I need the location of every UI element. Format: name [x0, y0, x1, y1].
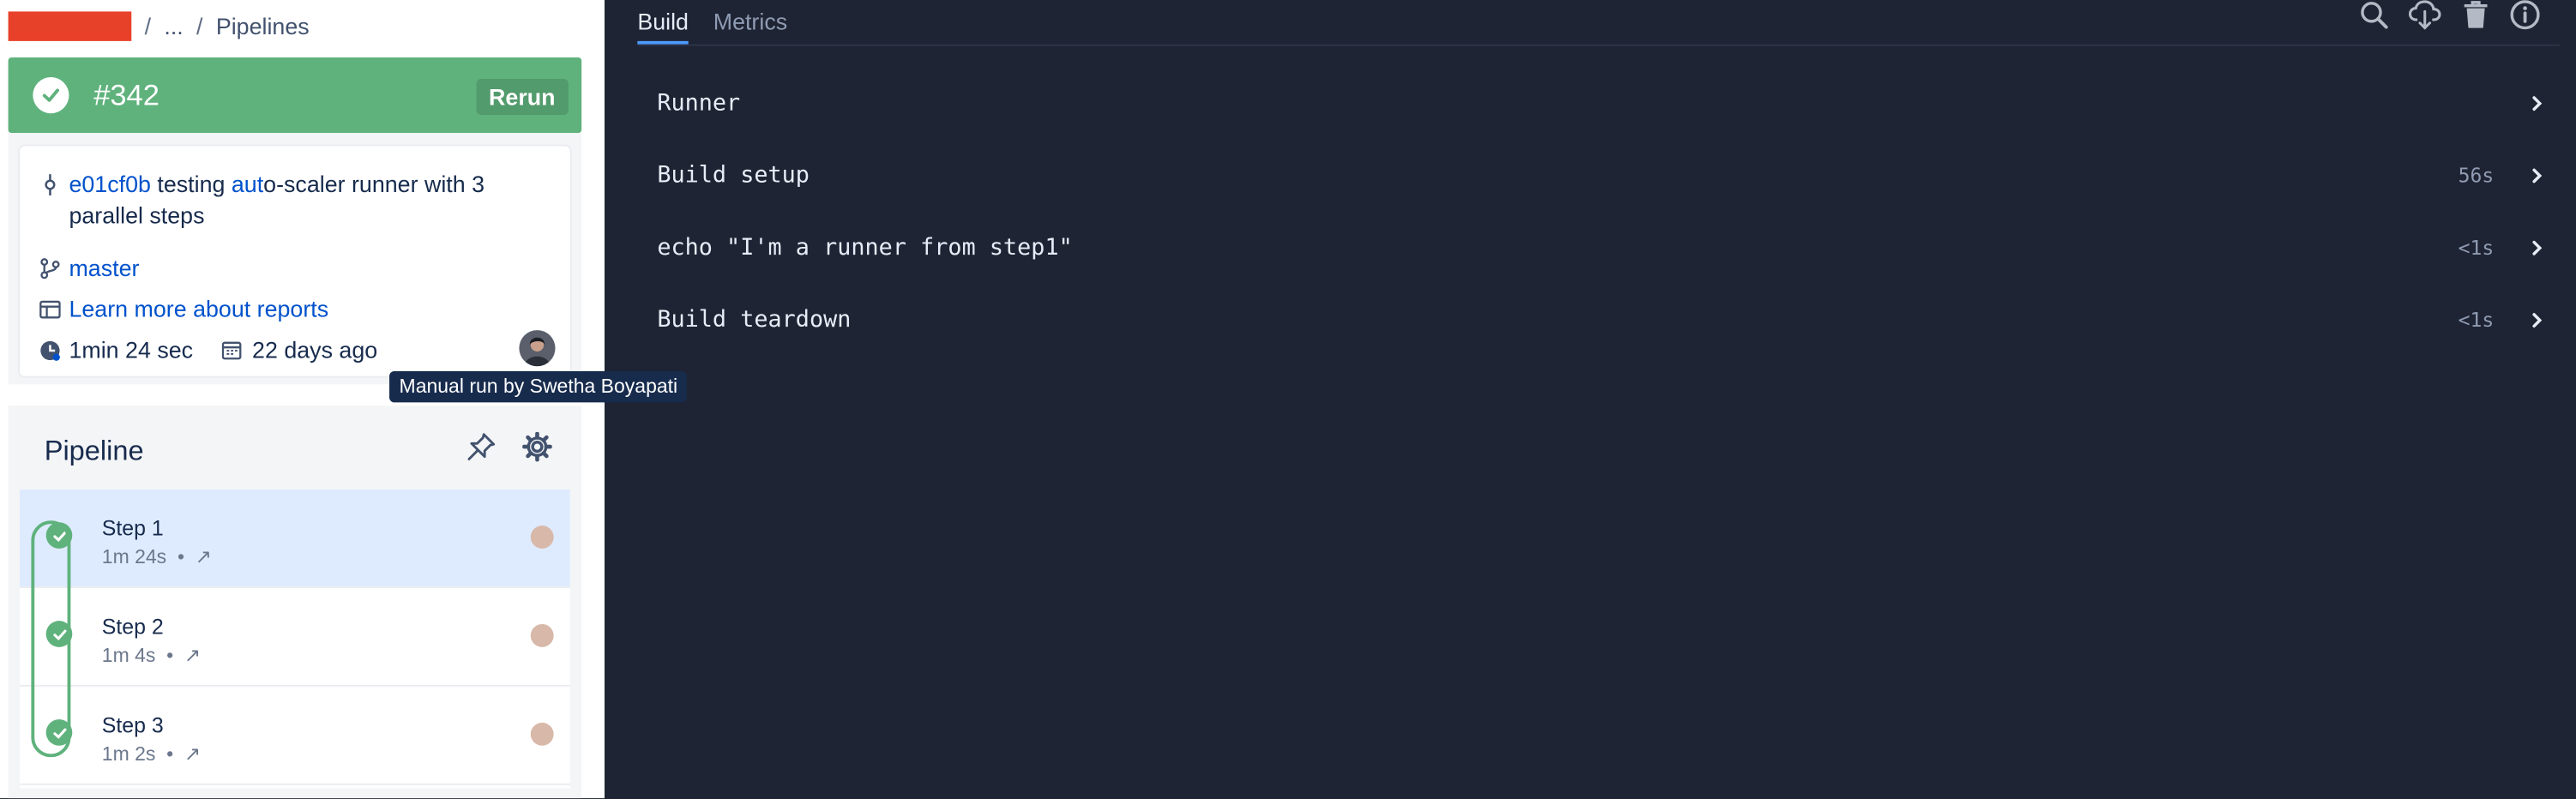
breadcrumb-pipelines[interactable]: Pipelines — [216, 13, 310, 39]
commit-hash-link[interactable]: e01cf0b — [69, 171, 150, 197]
step-meta: 1m 4s • ↗ — [102, 644, 202, 667]
step-duration: 1m 2s — [101, 742, 156, 766]
log-step-row[interactable]: echo "I'm a runner from step1" <1s — [657, 228, 2546, 267]
download-icon[interactable] — [2408, 0, 2441, 30]
tab-build[interactable]: Build — [637, 0, 689, 45]
step-item-2[interactable]: Step 2 1m 4s • ↗ — [19, 588, 570, 687]
step-item-1[interactable]: Step 1 1m 24s • ↗ — [19, 489, 570, 588]
external-link-icon[interactable]: ↗ — [184, 644, 201, 667]
step-meta: 1m 2s • ↗ — [102, 742, 202, 766]
commit-icon — [45, 174, 56, 195]
trash-icon[interactable] — [2461, 0, 2490, 29]
branch-row: master — [39, 253, 139, 284]
meta-separator: • — [166, 643, 174, 667]
build-info-card: e01cf0b testing auto-scaler runner with … — [19, 146, 570, 376]
branch-link[interactable]: master — [69, 253, 139, 284]
step-name: Step 3 — [101, 712, 164, 738]
commit-row: e01cf0b testing auto-scaler runner with … — [39, 169, 521, 231]
pipeline-title: Pipeline — [44, 435, 144, 467]
log-step-duration: <1s — [2458, 236, 2495, 260]
rerun-button[interactable]: Rerun — [475, 78, 569, 116]
log-step-label: Build setup — [657, 162, 810, 189]
log-step-row[interactable]: Build setup 56s — [657, 156, 2546, 195]
log-step-duration: <1s — [2458, 309, 2495, 332]
steps-list: Step 1 1m 24s • ↗ Step 2 1m 4s • ↗ Step … — [19, 489, 570, 789]
pipeline-section: Pipeline Step 1 1m 24s • ↗ Step 2 1m 4s … — [8, 406, 582, 799]
commit-text: testing — [150, 171, 232, 197]
tab-metrics[interactable]: Metrics — [713, 0, 787, 45]
log-step-label: echo "I'm a runner from step1" — [657, 234, 1073, 261]
avatar[interactable] — [519, 330, 556, 367]
commit-issue-link[interactable]: aut — [232, 171, 263, 197]
build-info-section: e01cf0b testing auto-scaler runner with … — [8, 133, 582, 385]
log-panel: Build Metrics Runner Build setup 56s ech… — [605, 0, 2576, 799]
step-avatar — [530, 722, 554, 746]
chevron-right-icon[interactable] — [2527, 310, 2547, 330]
step-duration: 1m 4s — [101, 643, 156, 667]
log-step-label: Runner — [657, 90, 741, 117]
step-name: Step 2 — [101, 614, 164, 640]
build-duration: 1min 24 sec — [69, 336, 194, 363]
commit-message: e01cf0b testing auto-scaler runner with … — [69, 169, 521, 231]
breadcrumb: / ... / Pipelines — [8, 9, 310, 42]
info-icon[interactable] — [2510, 0, 2540, 30]
learn-reports-link[interactable]: Learn more about reports — [69, 294, 328, 325]
reports-icon — [39, 300, 61, 319]
step-avatar — [530, 526, 554, 549]
build-status-bar: #342 Rerun — [8, 57, 582, 134]
log-step-row[interactable]: Runner — [657, 84, 2546, 123]
clock-icon — [40, 339, 60, 360]
search-icon[interactable] — [2359, 0, 2388, 29]
calendar-icon — [222, 341, 243, 360]
log-step-label: Build teardown — [657, 307, 852, 333]
workspace-logo[interactable] — [8, 11, 132, 41]
log-step-duration: 56s — [2458, 164, 2495, 188]
pin-icon[interactable] — [466, 432, 496, 461]
step-avatar — [530, 624, 554, 647]
log-step-row[interactable]: Build teardown <1s — [657, 301, 2546, 340]
breadcrumb-ellipsis[interactable]: ... — [164, 13, 183, 39]
breadcrumb-separator: / — [196, 13, 203, 39]
success-check-icon — [33, 77, 69, 114]
meta-separator: • — [177, 545, 185, 568]
parallel-steps-rail — [31, 520, 71, 758]
reports-row: Learn more about reports — [39, 294, 328, 325]
breadcrumb-separator: / — [144, 13, 152, 39]
step-item-3[interactable]: Step 3 1m 2s • ↗ — [19, 687, 570, 785]
external-link-icon[interactable]: ↗ — [196, 545, 212, 568]
gear-icon[interactable] — [522, 431, 552, 462]
manual-run-tooltip: Manual run by Swetha Boyapati — [389, 370, 688, 403]
build-age: 22 days ago — [252, 336, 378, 363]
chevron-right-icon[interactable] — [2527, 238, 2547, 258]
chevron-right-icon[interactable] — [2527, 93, 2547, 113]
branch-icon — [40, 258, 60, 279]
log-tabs: Build Metrics — [637, 0, 787, 45]
left-panel: / ... / Pipelines #342 Rerun e01cf0b tes… — [0, 0, 688, 799]
tab-divider — [637, 44, 2560, 46]
pipeline-actions — [466, 431, 552, 462]
log-toolbar — [2359, 0, 2540, 30]
meta-separator: • — [166, 742, 174, 766]
build-number: #342 — [93, 78, 159, 111]
chevron-right-icon[interactable] — [2527, 165, 2547, 185]
step-name: Step 1 — [101, 515, 164, 541]
external-link-icon[interactable]: ↗ — [184, 742, 201, 766]
step-duration: 1m 24s — [101, 545, 167, 568]
step-meta: 1m 24s • ↗ — [102, 545, 212, 568]
time-row: 1min 24 sec 22 days ago — [39, 337, 377, 363]
